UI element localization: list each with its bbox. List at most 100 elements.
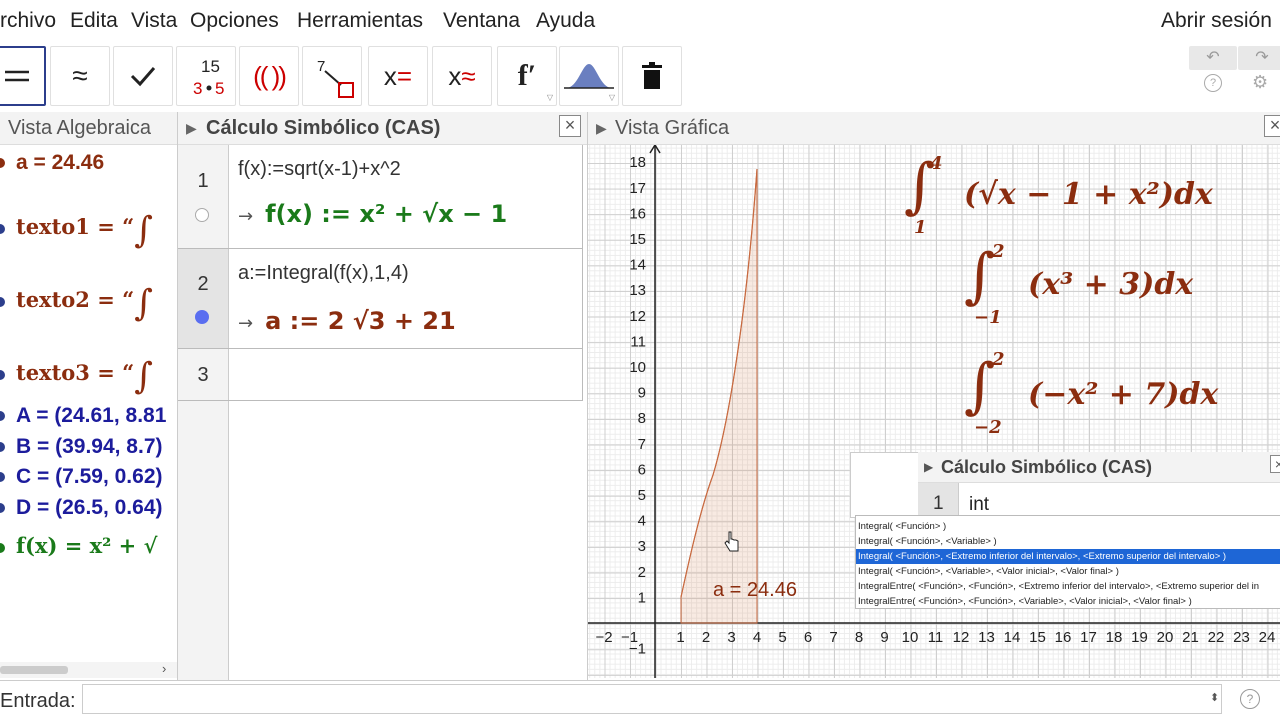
input-field[interactable] — [82, 684, 1222, 714]
arrow-icon: → — [238, 313, 254, 334]
visibility-toggle[interactable] — [0, 472, 5, 483]
visibility-toggle[interactable] — [0, 296, 5, 307]
y-tick-label: 5 — [638, 487, 646, 504]
visibility-toggle[interactable] — [0, 223, 5, 234]
algebra-item-texto1[interactable]: texto1 = “∫ — [0, 202, 153, 251]
integral-body: (√x − 1 + x²)dx — [964, 177, 1213, 212]
collapse-arrow-icon[interactable]: ▶ — [186, 120, 197, 137]
integral-lower-limit: −2 — [974, 417, 1002, 438]
integral-body: (x³ + 3)dx — [1028, 267, 1194, 302]
cas-row-number[interactable]: 1 — [178, 170, 228, 193]
algebra-view-titlebar[interactable]: Vista Algebraica — [0, 112, 177, 145]
scroll-right-icon[interactable]: › — [162, 661, 166, 676]
visibility-toggle[interactable] — [0, 411, 5, 422]
evaluate-tool[interactable] — [0, 46, 46, 106]
x-tick-label: 18 — [1106, 629, 1123, 646]
x-tick-label: 23 — [1233, 629, 1250, 646]
suggestion-item[interactable]: Integral( <Función>, <Variable>, <Valor … — [856, 564, 1280, 579]
x-tick-label: 14 — [1004, 629, 1021, 646]
y-tick-label: 18 — [629, 154, 646, 171]
substitute-tool[interactable]: 7 — [302, 46, 362, 106]
cas-inner-titlebar[interactable]: ▶ Cálculo Simbólico (CAS) × — [918, 452, 1280, 483]
menu-herramientas[interactable]: Herramientas — [297, 9, 423, 33]
graphics-view-titlebar[interactable]: ▶ Vista Gráfica × — [588, 112, 1280, 145]
x-tick-label: 3 — [727, 629, 735, 646]
algebra-view-title: Vista Algebraica — [8, 117, 152, 139]
login-link[interactable]: Abrir sesión — [1161, 9, 1272, 33]
cas-row-number[interactable]: 3 — [178, 364, 228, 387]
menu-ayuda[interactable]: Ayuda — [536, 9, 595, 33]
algebra-item-texto3[interactable]: texto3 = “∫ — [0, 348, 153, 397]
numeric-tool[interactable]: ≈ — [50, 46, 110, 106]
suggestion-item[interactable]: Integral( <Función> ) — [856, 519, 1280, 534]
cas-visibility-toggle[interactable] — [195, 208, 209, 222]
menu-edita[interactable]: Edita — [70, 9, 118, 33]
cas-row-number[interactable]: 2 — [178, 273, 228, 296]
delete-tool[interactable] — [622, 46, 682, 106]
algebra-hscroll[interactable]: › — [0, 661, 177, 678]
undo-button[interactable]: ↶ — [1189, 46, 1237, 70]
solve-numeric-tool[interactable]: x≈ — [432, 46, 492, 106]
x-tick-labels: −2 −1 1 2 3 4 5 6 7 8 9 10 11 12 13 14 15 16 17 18 19 20 21 22 2… — [595, 629, 1275, 646]
close-icon[interactable]: × — [1264, 115, 1280, 137]
integral-area[interactable] — [680, 168, 758, 624]
visibility-toggle[interactable] — [0, 542, 5, 553]
close-icon[interactable]: × — [1270, 455, 1280, 473]
settings-icon[interactable]: ⚙ — [1252, 72, 1268, 93]
algebra-item-texto2[interactable]: texto2 = “∫ — [0, 275, 153, 324]
approx-icon: ≈ — [72, 60, 88, 91]
menu-ventana[interactable]: Ventana — [443, 9, 520, 33]
visibility-toggle[interactable] — [0, 442, 5, 453]
redo-icon: ↷ — [1255, 49, 1269, 66]
close-icon[interactable]: × — [559, 115, 581, 137]
y-tick-label: 9 — [638, 385, 646, 402]
svg-text:15: 15 — [201, 57, 220, 76]
input-dropdown-icon[interactable]: ⬍ — [1210, 691, 1219, 704]
probability-tool[interactable]: ▽ — [559, 46, 619, 106]
solve-tool[interactable]: x= — [368, 46, 428, 106]
algebra-item-text: texto2 = “ — [16, 287, 135, 312]
algebra-item-f[interactable]: f(x) = x² + √ — [0, 533, 157, 558]
collapse-arrow-icon[interactable]: ▶ — [596, 120, 607, 137]
input-help-icon[interactable]: ? — [1240, 689, 1260, 709]
derivative-tool[interactable]: f′ ▽ — [497, 46, 557, 106]
visibility-toggle[interactable] — [0, 503, 5, 514]
x-tick-label: 13 — [978, 629, 995, 646]
suggestion-item[interactable]: IntegralEntre( <Función>, <Función>, <Va… — [856, 594, 1280, 608]
cas-row-input[interactable]: f(x):=sqrt(x-1)+x^2 — [238, 158, 401, 181]
integral-lower-limit: 1 — [914, 217, 927, 238]
keep-input-tool[interactable] — [113, 46, 173, 106]
algebra-item-A[interactable]: A = (24.61, 8.81 — [0, 404, 166, 428]
algebra-item-a[interactable]: a = 24.46 — [0, 151, 104, 175]
menu-vista[interactable]: Vista — [131, 9, 177, 33]
algebra-item-C[interactable]: C = (7.59, 0.62) — [0, 465, 163, 489]
menu-archivo[interactable]: rchivo — [0, 9, 56, 33]
menu-opciones[interactable]: Opciones — [190, 9, 279, 33]
suggestion-item[interactable]: Integral( <Función>, <Variable> ) — [856, 534, 1280, 549]
x-tick-label: 15 — [1029, 629, 1046, 646]
expand-tool[interactable]: (( )) — [239, 46, 299, 106]
factor-tool[interactable]: 15 3 5 — [176, 46, 236, 106]
scroll-thumb[interactable] — [0, 666, 68, 674]
cas-visibility-toggle[interactable] — [195, 310, 209, 324]
cas-view-titlebar[interactable]: ▶ Cálculo Simbólico (CAS) × — [178, 112, 587, 145]
cas-inner-row-header: 1 — [918, 483, 959, 517]
integral-sign-icon: ∫ — [134, 210, 153, 251]
help-icon[interactable]: ? — [1204, 74, 1222, 92]
y-tick-labels: 123456789101112131415161718−1 — [629, 154, 646, 657]
area-label[interactable]: a = 24.46 — [713, 579, 797, 602]
visibility-toggle[interactable] — [0, 369, 5, 380]
suggestion-item[interactable]: IntegralEntre( <Función>, <Función>, <Ex… — [856, 579, 1280, 594]
x-tick-label: −2 — [595, 629, 612, 646]
collapse-arrow-icon[interactable]: ▶ — [924, 460, 933, 474]
algebra-item-B[interactable]: B = (39.94, 8.7) — [0, 435, 163, 459]
integral-sign-icon: ∫ — [964, 241, 996, 311]
cas-inner-row-number[interactable]: 1 — [933, 493, 944, 515]
redo-button[interactable]: ↷ — [1238, 46, 1280, 70]
algebra-item-D[interactable]: D = (26.5, 0.64) — [0, 496, 163, 520]
cas-inner-input[interactable]: int — [969, 494, 989, 516]
cas-view — [178, 112, 588, 680]
visibility-toggle[interactable] — [0, 158, 5, 169]
cas-row-input[interactable]: a:=Integral(f(x),1,4) — [238, 262, 409, 285]
suggestion-item-selected[interactable]: Integral( <Función>, <Extremo inferior d… — [856, 549, 1280, 564]
